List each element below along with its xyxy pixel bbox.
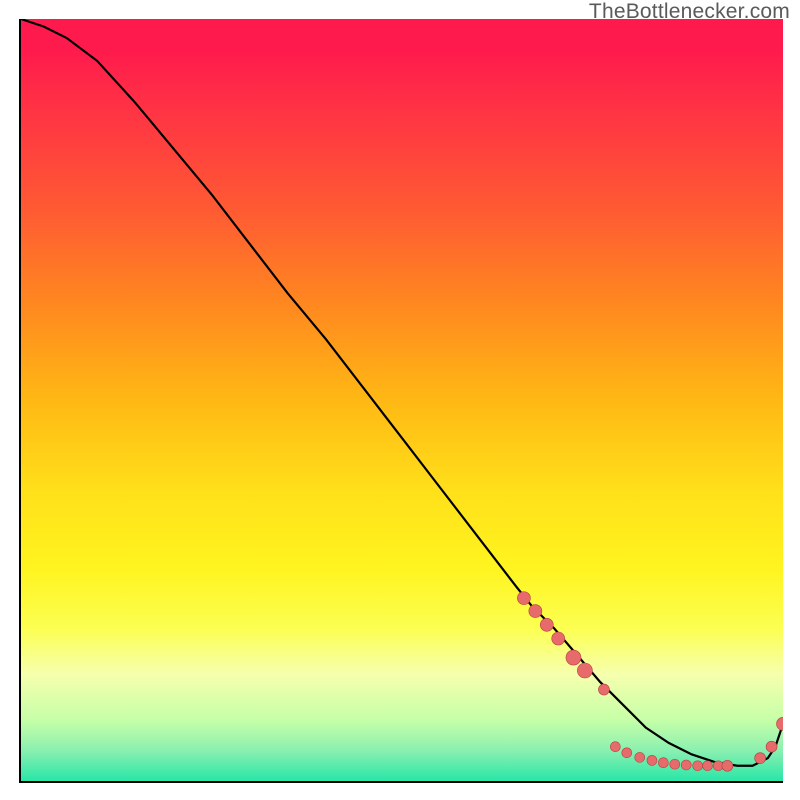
chart-container: TheBottlenecker.com	[0, 0, 800, 800]
data-point	[722, 760, 733, 771]
plot-area	[19, 19, 783, 783]
data-markers	[517, 592, 783, 772]
watermark-text: TheBottlenecker.com	[589, 0, 790, 24]
data-point	[566, 650, 581, 665]
data-point	[670, 759, 680, 769]
data-point	[755, 753, 766, 764]
data-point	[610, 742, 620, 752]
data-point	[529, 605, 542, 618]
data-point	[658, 758, 668, 768]
data-point	[517, 592, 530, 605]
data-point	[703, 761, 713, 771]
data-point	[693, 761, 703, 771]
data-point	[577, 663, 592, 678]
data-point	[635, 752, 645, 762]
data-point	[647, 755, 657, 765]
data-point	[552, 632, 565, 645]
data-point	[540, 618, 553, 631]
data-point	[766, 741, 777, 752]
data-point	[598, 684, 609, 695]
curve-layer	[21, 19, 783, 781]
data-point	[622, 748, 632, 758]
data-point	[777, 717, 784, 730]
data-point	[681, 760, 691, 770]
bottleneck-curve	[21, 19, 783, 766]
